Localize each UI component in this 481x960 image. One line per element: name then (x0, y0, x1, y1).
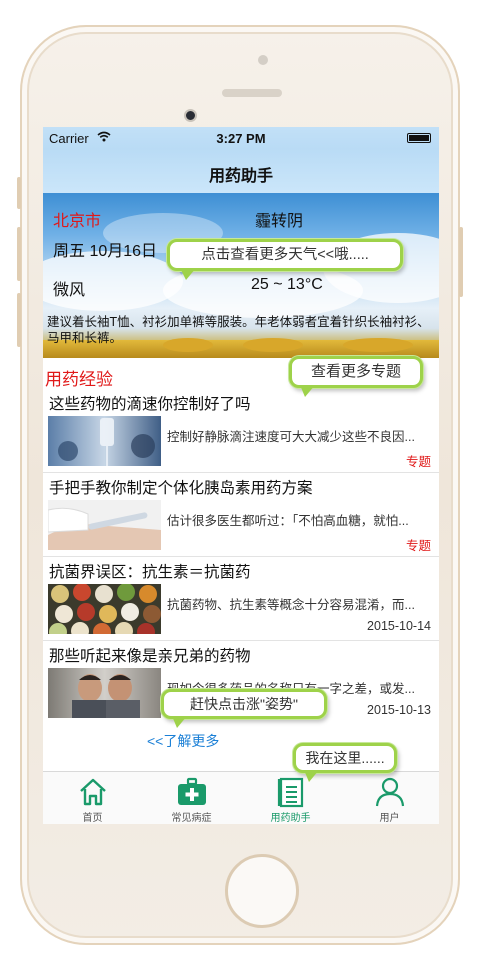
tab-user[interactable]: 用户 (340, 776, 439, 824)
front-camera (184, 109, 197, 122)
article-tag: 专题 (405, 455, 431, 469)
article-title: 这些药物的滴速你控制好了吗 (49, 396, 251, 413)
weather-panel[interactable]: 北京市 霾转阴 周五 10月16日 微风 25 ~ 13°C 建议着长袖T恤、衬… (43, 193, 439, 358)
prescription-doc-icon (241, 776, 340, 808)
article-summary: 抗菌药物、抗生素等概念十分容易混淆，而... (167, 598, 415, 612)
article-date: 2015-10-13 (367, 703, 431, 717)
tab-label: 用药助手 (270, 813, 311, 824)
power-button (459, 227, 463, 297)
earpiece-speaker (222, 89, 282, 97)
learn-more-link[interactable]: <<了解更多 (147, 731, 219, 751)
medical-kit-icon (142, 776, 241, 808)
article-title: 抗菌界误区：抗生素＝抗菌药 (49, 564, 251, 581)
weather-city: 北京市 (53, 213, 102, 230)
weather-hint-bubble[interactable]: 点击查看更多天气<<哦..... (167, 239, 403, 280)
bubble-text: 我在这里...... (305, 750, 385, 766)
tab-home[interactable]: 首页 (43, 776, 142, 824)
tab-common-diseases[interactable]: 常见病症 (142, 776, 241, 824)
tab-label: 常见病症 (171, 813, 212, 824)
article-title: 手把手教你制定个体化胰岛素用药方案 (49, 480, 313, 497)
bubble-text: 查看更多专题 (310, 363, 401, 380)
tab-medication-assistant[interactable]: 用药助手 (241, 776, 340, 824)
pills-bowls-image (48, 584, 161, 634)
volume-down-button (17, 293, 21, 347)
article-tag: 专题 (405, 539, 431, 553)
here-hint-bubble[interactable]: 我在这里...... (293, 743, 397, 782)
proximity-sensor (258, 55, 268, 65)
tab-label: 首页 (82, 813, 103, 824)
battery-icon (407, 133, 431, 143)
article-item[interactable]: 这些药物的滴速你控制好了吗 控制好静脉滴注速度可大大减少这些不良因... 专题 (43, 389, 439, 473)
mute-switch (17, 177, 21, 209)
tab-label: 用户 (379, 813, 400, 824)
clothing-tip: 建议着长袖T恤、衬衫加单裤等服装。年老体弱者宜着针织长袖衬衫、马甲和长裤。 (47, 315, 430, 345)
posture-hint-bubble[interactable]: 赶快点击涨"姿势" (161, 689, 327, 728)
article-title: 那些听起来像是亲兄弟的药物 (49, 648, 251, 665)
app-screen: Carrier 3:27 PM 用药助手 北京市 霾转阴 周五 10月16日 微… (43, 127, 439, 824)
user-icon (340, 776, 439, 808)
weather-temperature: 25 ~ 13°C (251, 276, 323, 293)
two-men-image (48, 668, 161, 718)
iv-drip-image (48, 416, 161, 466)
weather-date: 周五 10月16日 (53, 243, 158, 260)
article-summary: 控制好静脉滴注速度可大大减少这些不良因... (167, 430, 415, 444)
weather-condition: 霾转阴 (255, 213, 304, 230)
bubble-tail (300, 385, 315, 397)
section-title: 用药经验 (45, 370, 113, 389)
status-bar: Carrier 3:27 PM (43, 127, 439, 149)
tab-bar: 首页 常见病症 用药助手 用户 (43, 771, 439, 824)
status-time: 3:27 PM (216, 131, 266, 146)
topics-hint-bubble[interactable]: 查看更多专题 (289, 356, 423, 397)
bubble-text: 赶快点击涨"姿势" (190, 696, 298, 712)
bubble-text: 点击查看更多天气<<哦..... (201, 247, 369, 263)
home-button[interactable] (225, 854, 299, 928)
bubble-tail (172, 716, 187, 728)
article-item[interactable]: 抗菌界误区：抗生素＝抗菌药 抗菌药物、抗生素等概念十分容易混淆，而... 201… (43, 557, 439, 641)
article-date: 2015-10-14 (367, 619, 431, 633)
volume-up-button (17, 227, 21, 281)
article-item[interactable]: 手把手教你制定个体化胰岛素用药方案 估计很多医生都听过：「不怕高血糖，就怕...… (43, 473, 439, 557)
navigation-bar: 用药助手 (43, 149, 439, 193)
page-title: 用药助手 (208, 168, 273, 185)
home-icon (43, 776, 142, 808)
insulin-pen-image (48, 500, 161, 550)
weather-wind: 微风 (53, 282, 86, 299)
bubble-tail (180, 268, 196, 280)
article-summary: 估计很多医生都听过：「不怕高血糖，就怕... (167, 514, 409, 528)
bubble-tail (304, 770, 319, 782)
